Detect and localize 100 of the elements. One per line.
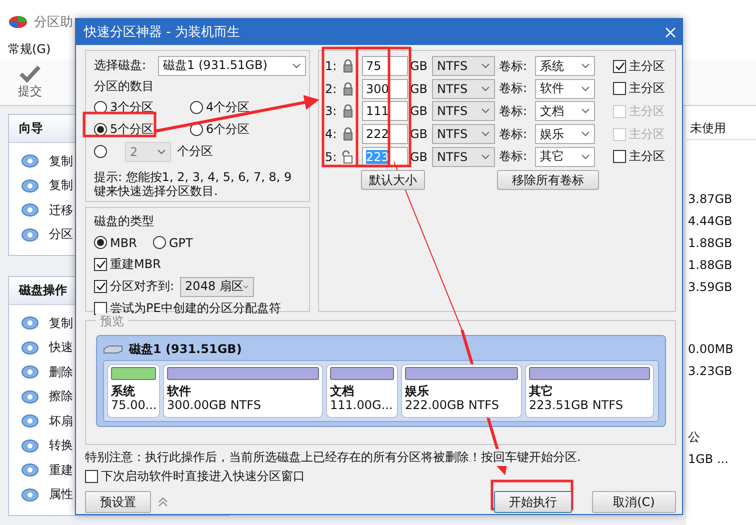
submit-button[interactable]: 提交 [18,65,42,100]
sidebar-item[interactable]: 删除 [49,364,73,381]
disk-drive-icon [103,344,123,354]
chevron-down-icon [581,108,590,114]
partition-name: 系统 [111,384,136,398]
sidebar-item[interactable]: 重建 [49,462,73,479]
sidebar-item[interactable]: 擦除 [49,388,73,406]
partition-detail: 75.00... [111,398,156,412]
size-field[interactable]: 300 [362,78,408,99]
lock-icon[interactable] [342,59,354,73]
checkbox-option[interactable]: 下次启动软件时直接进入快速分区窗口 [85,467,305,486]
sidebar-item[interactable]: 分区 [49,226,73,244]
remove-labels-button[interactable]: 移除所有卷标 [497,170,599,190]
cancel-button[interactable]: 取消(C) [592,491,676,513]
radio-option[interactable]: MBR [94,233,137,252]
partition-detail: 223.51GB NTFS [529,398,624,412]
warning-text: 特别注意：执行此操作后，当前所选磁盘上已经存在的所有分区将被删除！按回车键开始分区. [85,449,581,466]
align-select[interactable]: 2048 扇区 [180,276,254,296]
row-number: 5: [325,150,338,164]
field-label: 卷标: [499,126,528,143]
disk-title: 磁盘1 (931.51GB) [129,340,242,358]
checkmark-icon [96,260,106,269]
volume-label-select[interactable]: 软件 [535,78,595,99]
radio-option[interactable]: 4个分区 [190,98,290,117]
panel-title: 向导 [19,120,43,137]
filesystem-select[interactable]: NTFS [432,101,495,122]
group-title: 预览 [96,313,128,330]
volume-label-select[interactable]: 文档 [535,101,595,122]
checkbox-option[interactable]: 重建MBR [94,255,161,274]
field-label: 卷标: [499,58,528,74]
table-cell: 1.88GB [688,236,732,250]
size-field[interactable]: 222 [362,124,408,144]
disk-icon [21,228,39,242]
table-cell: 1.88GB [688,258,732,272]
disk-icon [21,203,39,218]
radio-option[interactable]: 6个分区 [190,120,290,139]
radio-option[interactable]: 3个分区 [94,98,190,117]
sidebar-item[interactable]: 复制 [49,152,73,170]
preset-button[interactable]: 预设置 [85,491,151,513]
filesystem-select[interactable]: NTFS [432,146,495,167]
partition-card[interactable]: 其它 223.51GB NTFS [525,364,654,418]
partition-card[interactable]: 系统 75.00... [107,364,160,418]
partition-card[interactable]: 娱乐 222.00GB NTFS [401,364,522,418]
checkmark-icon [96,282,106,291]
panel-title: 磁盘操作 [19,282,67,299]
radio-option[interactable]: 5个分区 [94,120,190,139]
section-label: 磁盘的类型 [94,213,155,230]
unlocked-lock-icon[interactable] [342,150,354,164]
close-icon[interactable] [665,26,676,38]
sidebar-item[interactable]: 坏扇 [49,412,73,430]
filesystem-select[interactable]: NTFS [432,56,495,76]
filesystem-select[interactable]: NTFS [432,78,495,99]
disk-icon [21,178,39,193]
size-field[interactable]: 75 [362,56,408,76]
volume-label-select[interactable]: 娱乐 [535,124,595,144]
table-cell: 4.44GB [688,214,732,228]
field-label: 卷标: [499,148,528,166]
partition-detail: 111.00G... [330,398,394,412]
unit-label: GB [410,104,429,118]
disk-icon [21,488,39,502]
lock-icon[interactable] [342,82,354,96]
chevron-down-icon [581,63,590,69]
field-label: 卷标: [499,102,528,120]
sidebar-item[interactable]: 转换 [49,437,73,454]
row-number: 1: [325,59,338,73]
volume-label-select[interactable]: 系统 [535,56,595,76]
unit-label: GB [410,127,429,142]
partition-card[interactable]: 软件 300.00GB NTFS [163,364,323,418]
sidebar-item[interactable]: 复制 [49,177,73,194]
checkmark-icon [614,62,624,70]
disk-icon [21,340,39,355]
checkbox-option[interactable]: 主分区 [613,56,665,76]
table-cell: 0.00MB [688,342,734,356]
sidebar-item[interactable]: 快速 [49,339,73,356]
checkbox-option[interactable]: 主分区 [613,79,665,98]
checkbox-option[interactable]: 主分区 [613,147,665,166]
default-size-button[interactable]: 默认大小 [361,170,425,190]
sidebar-item[interactable]: 复制 [49,314,73,332]
partition-card[interactable]: 文档 111.00G... [326,364,398,418]
sidebar-item[interactable]: 迁移 [49,202,73,219]
chevron-down-icon [481,154,490,160]
chevron-down-icon [157,148,166,154]
sidebar-item[interactable]: 属性 [49,486,73,504]
lock-icon[interactable] [342,127,354,142]
lock-icon[interactable] [342,104,354,118]
volume-label-select[interactable]: 其它 [535,146,595,167]
field-label: 个分区 [177,143,213,160]
size-field[interactable]: 111 [362,101,408,122]
disk-select[interactable]: 磁盘1 (931.51GB) [158,56,306,76]
chevron-down-icon [481,86,490,92]
menu-item[interactable]: 常规(G) [8,40,51,58]
chevron-down-icon [481,108,490,114]
filesystem-select[interactable]: NTFS [432,124,495,144]
app-logo-icon [8,15,28,29]
start-button[interactable]: 开始执行 [494,491,572,513]
chevron-down-icon [243,284,250,290]
radio-option[interactable]: GPT [152,233,193,252]
checkbox-option[interactable]: 分区对齐到: [94,277,174,296]
disk-icon [21,390,39,404]
dialog-title: 快速分区神器 - 为装机而生 [84,24,240,41]
